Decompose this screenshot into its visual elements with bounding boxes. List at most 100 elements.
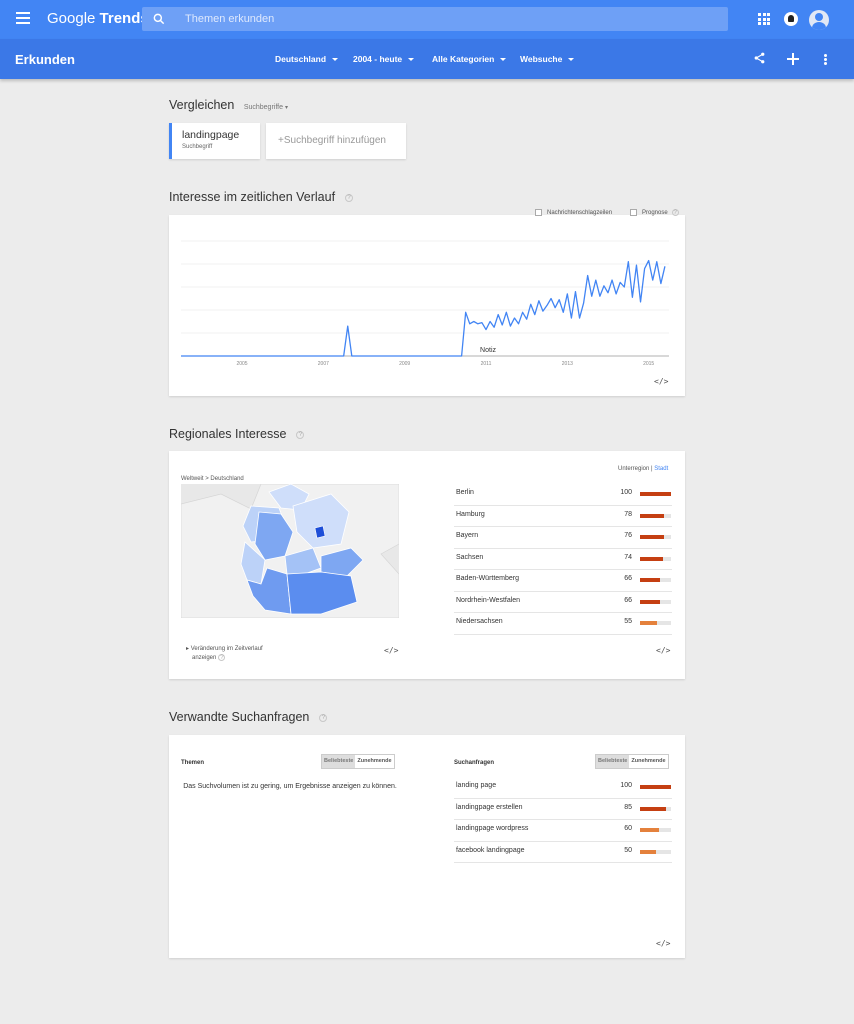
breadcrumb[interactable]: Weltweit > Deutschland	[181, 476, 244, 482]
region-name: Niedersachsen	[456, 618, 503, 625]
embed-code-icon[interactable]: </>	[654, 377, 668, 386]
region-row[interactable]: Niedersachsen 55	[454, 613, 672, 635]
region-bar-fill	[640, 535, 664, 539]
region-row[interactable]: Nordrhein-Westfalen 66	[454, 592, 672, 613]
toggle-subregion[interactable]: Unterregion	[618, 466, 649, 472]
queries-toggle-rising[interactable]: Zunehmende	[629, 755, 667, 768]
region-bar-fill	[640, 513, 665, 518]
toggle-city[interactable]: Stadt	[654, 466, 668, 472]
region-table: Berlin 100 Hamburg 78 Bayern 76 Sachsen 74 Baden…	[454, 484, 672, 635]
add-search-term-label: +Suchbegriff hinzufügen	[278, 135, 386, 146]
filter-time-range[interactable]: 2004 - heute	[353, 54, 415, 64]
related-query-row[interactable]: landing page 100	[454, 777, 672, 799]
toggle-separator: |	[651, 466, 653, 472]
region-row[interactable]: Hamburg 78	[454, 506, 672, 527]
region-value: 78	[624, 510, 632, 518]
region-name: Sachsen	[456, 553, 484, 561]
region-bar	[640, 556, 671, 561]
region-value: 76	[624, 532, 632, 539]
filter-time-label: 2004 - heute	[353, 54, 403, 64]
related-query-bar-fill	[640, 828, 659, 832]
region-name: Hamburg	[456, 510, 485, 518]
x-tick-label: 2005	[236, 361, 247, 367]
chart-note-label[interactable]: Notiz	[480, 347, 496, 354]
queries-toggle[interactable]: Beliebteste Zunehmende	[595, 754, 669, 769]
trend-series-line[interactable]	[181, 259, 666, 357]
logo-google-text: Google	[47, 10, 96, 27]
change-over-time-label: Veränderung im Zeitverlauf	[190, 646, 263, 652]
x-tick-label: 2007	[318, 361, 329, 367]
related-searches-heading: Verwandte Suchanfragen?	[169, 710, 328, 724]
compare-mode-dropdown[interactable]: Suchbegriffe ▾	[244, 104, 288, 111]
search-input[interactable]	[185, 7, 705, 31]
google-trends-logo[interactable]: Google Trends	[47, 10, 149, 27]
regional-interest-card: Weltweit > Deutschland ▸ Veränderung im …	[169, 451, 685, 679]
region-name: Baden-Württemberg	[456, 575, 520, 582]
help-icon[interactable]: ?	[319, 713, 328, 722]
region-value: 55	[624, 618, 632, 625]
queries-title: Suchanfragen	[454, 760, 495, 766]
region-type-toggle[interactable]: Unterregion | Stadt	[618, 466, 668, 472]
related-searches-card: Themen Beliebteste Zunehmende Das Suchvo…	[169, 735, 685, 958]
region-row[interactable]: Bayern 76	[454, 527, 672, 549]
add-icon[interactable]	[787, 53, 799, 65]
region-bar	[640, 578, 671, 582]
trend-line-chart: 2005 2007 2009 2011 2013 2015 Notiz	[181, 240, 669, 367]
germany-region-map[interactable]	[181, 484, 399, 618]
filter-country[interactable]: Deutschland	[275, 54, 339, 64]
notifications-icon[interactable]	[784, 12, 798, 26]
interest-over-time-card: Nachrichtenschlagzeilen Prognose? 2005 20…	[169, 209, 685, 396]
region-bar-fill	[640, 621, 658, 625]
related-query-value: 100	[620, 782, 632, 789]
account-avatar[interactable]	[809, 10, 829, 30]
region-row[interactable]: Baden-Württemberg 66	[454, 570, 672, 592]
region-bar	[640, 492, 671, 496]
related-embed-icon[interactable]: </>	[656, 939, 670, 948]
help-icon[interactable]: ?	[296, 430, 305, 439]
add-search-term-button[interactable]: +Suchbegriff hinzufügen	[266, 123, 406, 159]
region-value: 100	[620, 489, 632, 496]
region-bar-fill	[640, 578, 661, 582]
related-query-value: 60	[624, 825, 632, 832]
topics-toggle-rising[interactable]: Zunehmende	[355, 755, 393, 768]
related-query-value: 50	[624, 846, 632, 854]
related-query-value: 85	[624, 803, 632, 811]
region-row[interactable]: Sachsen 74	[454, 549, 672, 570]
topics-empty-message: Das Suchvolumen ist zu gering, um Ergebn…	[183, 783, 397, 790]
x-tick-label: 2013	[562, 361, 573, 367]
show-change-over-time[interactable]: ▸ Veränderung im Zeitverlauf anzeigen?	[186, 645, 263, 663]
related-query-row[interactable]: landingpage erstellen 85	[454, 799, 672, 820]
apps-grid-icon[interactable]	[758, 13, 770, 25]
topics-toggle-top[interactable]: Beliebteste	[322, 755, 356, 768]
filter-search-type-label: Websuche	[520, 54, 563, 64]
region-bar-fill	[640, 556, 663, 561]
help-icon[interactable]: ?	[345, 193, 354, 202]
compare-section: Vergleichen Suchbegriffe ▾	[169, 98, 288, 112]
topics-toggle[interactable]: Beliebteste Zunehmende	[321, 754, 395, 769]
map-embed-icon[interactable]: </>	[384, 646, 398, 655]
menu-icon[interactable]	[16, 12, 30, 24]
related-query-row[interactable]: landingpage wordpress 60	[454, 820, 672, 842]
help-icon[interactable]: ?	[218, 654, 226, 661]
filter-category[interactable]: Alle Kategorien	[432, 54, 507, 64]
search-term-card[interactable]: landingpage Suchbegriff	[169, 123, 260, 159]
caret-down-icon: ▾	[284, 105, 288, 111]
share-icon[interactable]	[753, 51, 766, 65]
search-bar[interactable]	[142, 7, 728, 31]
filter-search-type[interactable]: Websuche	[520, 54, 575, 64]
table-embed-icon[interactable]: </>	[656, 646, 670, 655]
region-value: 66	[624, 575, 632, 582]
region-row[interactable]: Berlin 100	[454, 484, 672, 506]
queries-toggle-top[interactable]: Beliebteste	[596, 755, 630, 768]
region-bar	[640, 621, 671, 625]
search-term-label: landingpage	[182, 129, 240, 141]
related-query-row[interactable]: facebook landingpage 50	[454, 842, 672, 863]
search-term-type: Suchbegriff	[182, 144, 213, 150]
more-vert-icon[interactable]	[824, 54, 827, 65]
interest-over-time-heading: Interesse im zeitlichen Verlauf?	[169, 190, 354, 204]
search-icon[interactable]	[152, 12, 166, 26]
filter-category-label: Alle Kategorien	[432, 54, 495, 64]
region-bar-fill	[640, 599, 661, 604]
chevron-down-icon	[568, 58, 575, 62]
regional-interest-title: Regionales Interesse	[169, 427, 287, 441]
